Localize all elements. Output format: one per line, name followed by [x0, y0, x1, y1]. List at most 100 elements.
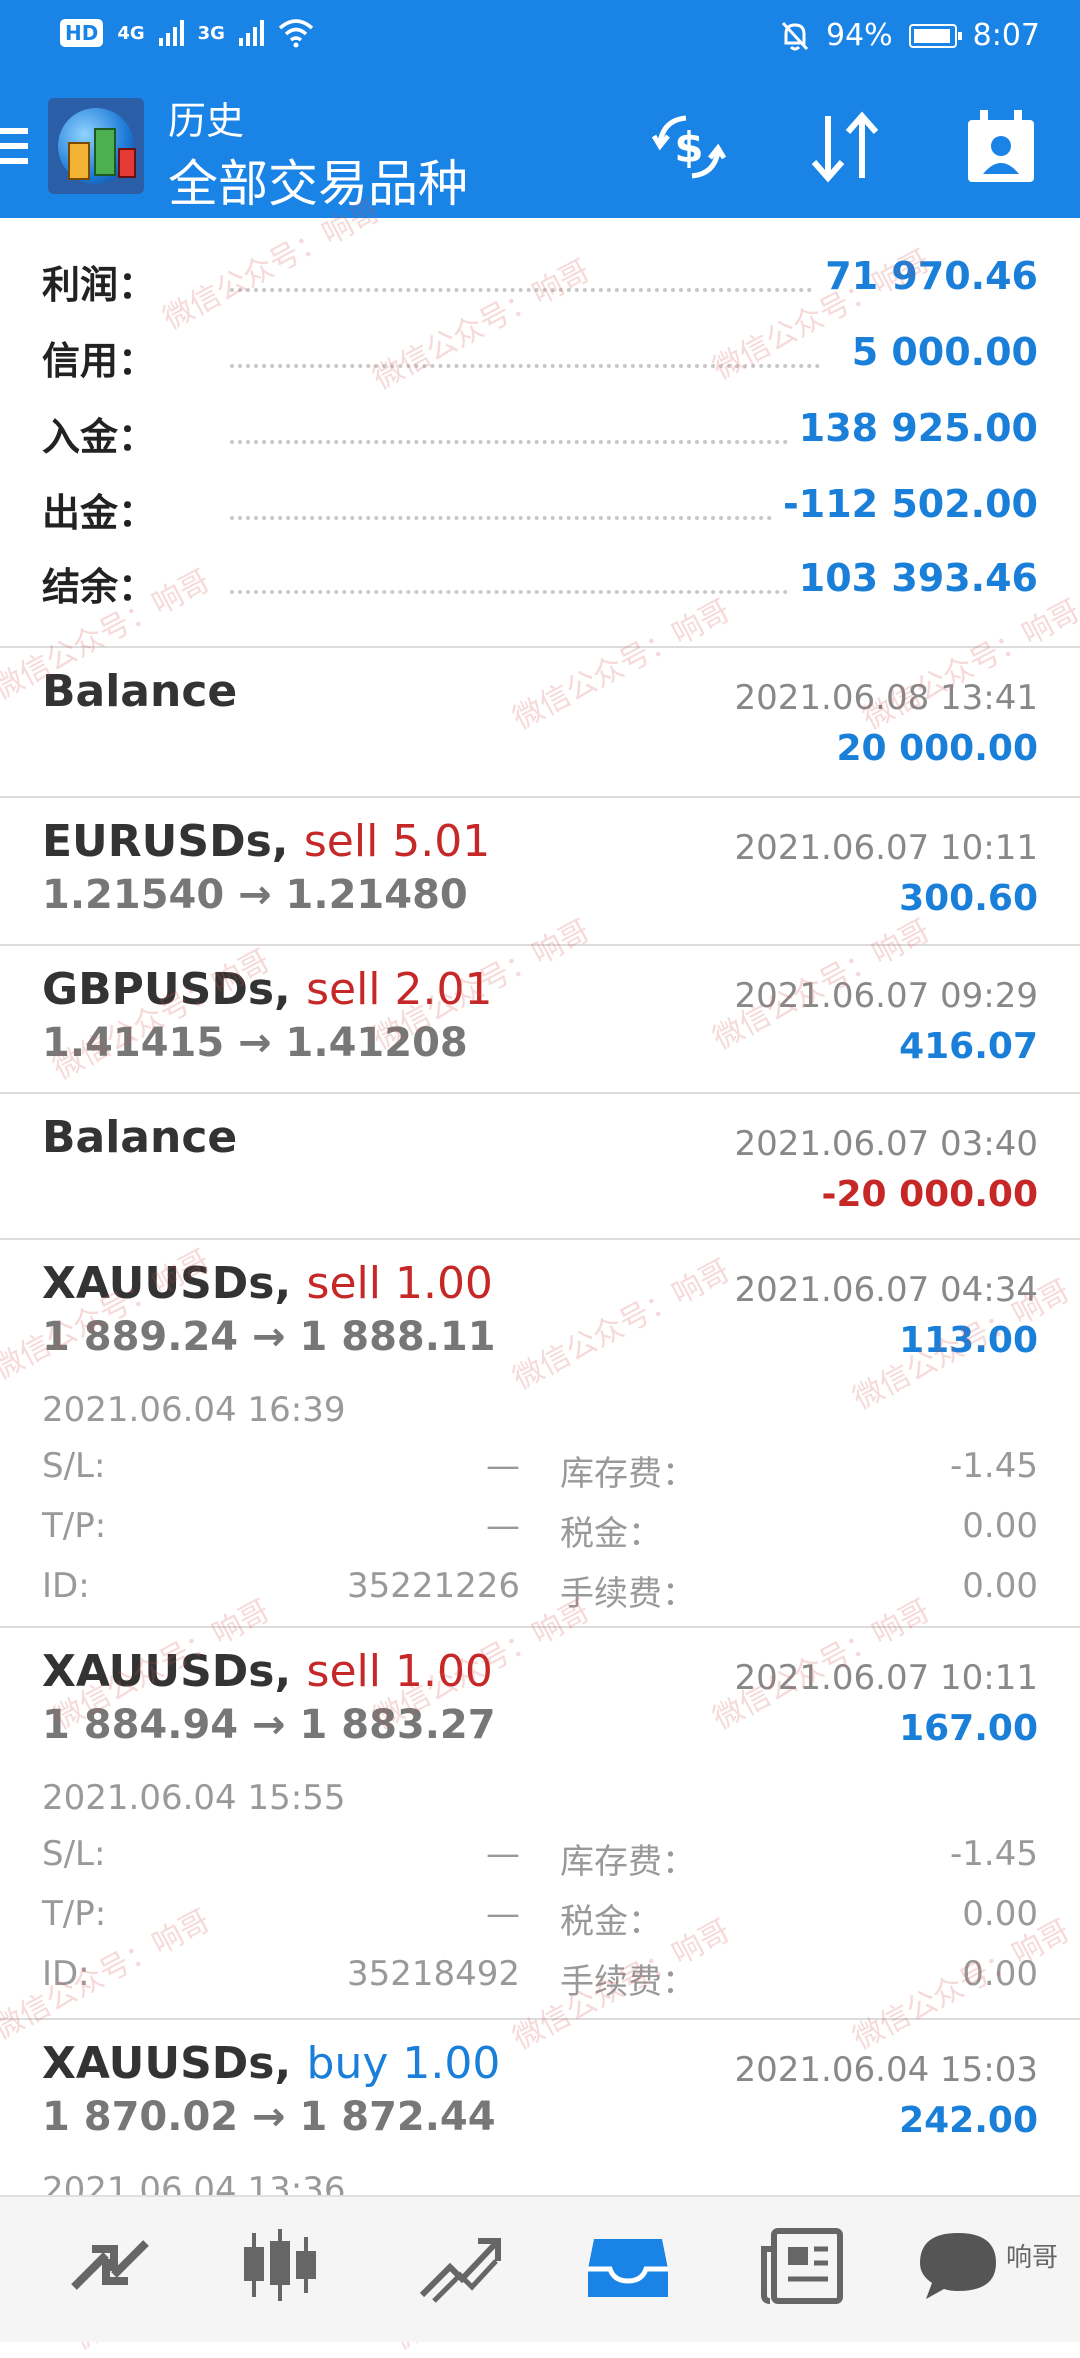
- summary-value: -112 502.00: [773, 482, 1038, 526]
- chat-icon[interactable]: [910, 2225, 1006, 2305]
- summary-label: 结余：: [42, 565, 157, 609]
- id-value: 35218492: [346, 1954, 520, 1994]
- deal-side: sell 1.00: [306, 1258, 493, 1309]
- summary-row-balance: 结余： 103 393.46: [0, 552, 1080, 612]
- summary-row-withdrawal: 出金： -112 502.00: [0, 478, 1080, 538]
- fee-value: 0.00: [962, 1566, 1038, 1606]
- fee-label: 手续费：: [560, 1574, 696, 1614]
- deal-profit: 416.07: [899, 1026, 1038, 1067]
- sl-value: —: [486, 1834, 520, 1874]
- deal-side: sell 1.00: [306, 1646, 493, 1697]
- deal-row-balance[interactable]: Balance 2021.06.07 03:40 -20 000.00: [0, 1094, 1080, 1238]
- deal-time: 2021.06.04 15:03: [734, 2050, 1038, 2090]
- app-logo-icon[interactable]: [48, 98, 144, 194]
- quotes-icon[interactable]: [62, 2225, 158, 2305]
- bell-muted-icon: [781, 21, 809, 50]
- deal-prices: 1 884.94 → 1 883.27: [42, 1702, 496, 1748]
- deal-row-balance[interactable]: Balance 2021.06.08 13:41 20 000.00: [0, 648, 1080, 796]
- deal-time: 2021.06.07 03:40: [734, 1124, 1038, 1164]
- deal-profit: 20 000.00: [836, 728, 1038, 769]
- summary-value: 71 970.46: [815, 254, 1038, 298]
- menu-icon[interactable]: [0, 128, 28, 164]
- summary-row-credit: 信用： 5 000.00: [0, 326, 1080, 386]
- deal-title: Balance: [42, 1112, 238, 1163]
- fee-value: 0.00: [962, 1954, 1038, 1994]
- deal-prices: 1.41415 → 1.41208: [42, 1020, 468, 1066]
- deal-prices: 1 870.02 → 1 872.44: [42, 2094, 496, 2140]
- toolbar-subtitle[interactable]: 全部交易品种: [168, 144, 468, 216]
- deal-row-expanded[interactable]: XAUUSDs, sell 1.00 1 889.24 → 1 888.11 2…: [0, 1240, 1080, 1626]
- deal-side: buy 1.00: [306, 2038, 501, 2089]
- deal-profit: 242.00: [899, 2100, 1038, 2141]
- currency-exchange-icon[interactable]: $: [644, 102, 734, 192]
- swap-label: 库存费：: [560, 1454, 696, 1494]
- deal-title: GBPUSDs, sell 2.01: [42, 964, 492, 1015]
- deal-open-time: 2021.06.04 16:39: [42, 1390, 346, 1430]
- status-bar: HD 4G 3G 94% 8:07: [0, 0, 1080, 72]
- battery-percent: 94%: [825, 18, 893, 53]
- deal-title: Balance: [42, 666, 238, 717]
- network-type-1: 4G: [117, 22, 145, 44]
- chart-candles-icon[interactable]: [232, 2225, 328, 2305]
- summary-row-profit: 利润： 71 970.46: [0, 250, 1080, 310]
- id-label: ID:: [42, 1566, 90, 1606]
- tax-label: 税金：: [560, 1902, 662, 1942]
- deal-open-time: 2021.06.04 15:55: [42, 1778, 346, 1818]
- tp-label: T/P:: [42, 1506, 107, 1546]
- sort-icon[interactable]: [800, 102, 890, 192]
- tax-value: 0.00: [962, 1894, 1038, 1934]
- bottom-navigation: 响哥: [0, 2195, 1080, 2342]
- toolbar-title: 历史: [168, 99, 245, 143]
- summary-label: 利润：: [42, 263, 157, 307]
- deal-title: XAUUSDs, sell 1.00: [42, 1258, 493, 1309]
- deal-time: 2021.06.08 13:41: [734, 678, 1038, 718]
- id-value: 35221226: [346, 1566, 520, 1606]
- deal-row[interactable]: GBPUSDs, sell 2.01 1.41415 → 1.41208 202…: [0, 946, 1080, 1092]
- deal-symbol: XAUUSDs,: [42, 1646, 292, 1697]
- deal-symbol: XAUUSDs,: [42, 1258, 292, 1309]
- calendar-user-icon[interactable]: [956, 102, 1046, 192]
- summary-panel: 利润： 71 970.46 信用： 5 000.00 入金： 138 925.0…: [0, 218, 1080, 648]
- deal-title: EURUSDs, sell 5.01: [42, 816, 490, 867]
- svg-text:$: $: [674, 123, 703, 172]
- tax-label: 税金：: [560, 1514, 662, 1554]
- wifi-icon: [278, 19, 314, 48]
- wechat-watermark-label: 响哥: [1005, 2243, 1058, 2273]
- trade-icon[interactable]: [412, 2225, 508, 2305]
- deal-time: 2021.06.07 04:34: [734, 1270, 1038, 1310]
- deal-open-time: 2021.06.04 13:36: [42, 2170, 346, 2195]
- network-type-2: 3G: [197, 22, 225, 44]
- sl-value: —: [486, 1446, 520, 1486]
- deal-side: sell 2.01: [306, 964, 493, 1015]
- history-icon[interactable]: [580, 2225, 676, 2305]
- deal-symbol: XAUUSDs,: [42, 2038, 292, 2089]
- deal-symbol: EURUSDs,: [42, 816, 289, 867]
- deal-row[interactable]: XAUUSDs, buy 1.00 1 870.02 → 1 872.44 20…: [0, 2020, 1080, 2195]
- fee-label: 手续费：: [560, 1962, 696, 2002]
- deal-profit: -20 000.00: [821, 1174, 1039, 1215]
- swap-value: -1.45: [950, 1446, 1038, 1486]
- deal-row-expanded[interactable]: XAUUSDs, sell 1.00 1 884.94 → 1 883.27 2…: [0, 1628, 1080, 2018]
- app-toolbar: 历史 全部交易品种 $: [0, 72, 1080, 218]
- summary-label: 出金：: [42, 491, 157, 535]
- hd-badge: HD: [60, 19, 104, 47]
- sl-label: S/L:: [42, 1446, 106, 1486]
- deal-symbol: GBPUSDs,: [42, 964, 291, 1015]
- deal-prices: 1.21540 → 1.21480: [42, 872, 468, 918]
- deal-row[interactable]: EURUSDs, sell 5.01 1.21540 → 1.21480 202…: [0, 798, 1080, 944]
- deal-prices: 1 889.24 → 1 888.11: [42, 1314, 496, 1360]
- deal-time: 2021.06.07 10:11: [734, 828, 1038, 868]
- battery-icon: [908, 23, 962, 48]
- signal-icon: [158, 20, 184, 46]
- deal-time: 2021.06.07 09:29: [734, 976, 1038, 1016]
- deal-title: XAUUSDs, buy 1.00: [42, 2038, 500, 2089]
- tp-label: T/P:: [42, 1894, 107, 1934]
- news-icon[interactable]: [756, 2225, 852, 2305]
- summary-label: 入金：: [42, 415, 157, 459]
- deal-profit: 167.00: [899, 1708, 1038, 1749]
- summary-value: 138 925.00: [788, 406, 1038, 450]
- deal-title: XAUUSDs, sell 1.00: [42, 1646, 493, 1697]
- deal-profit: 113.00: [899, 1320, 1038, 1361]
- tp-value: —: [486, 1894, 520, 1934]
- tp-value: —: [486, 1506, 520, 1546]
